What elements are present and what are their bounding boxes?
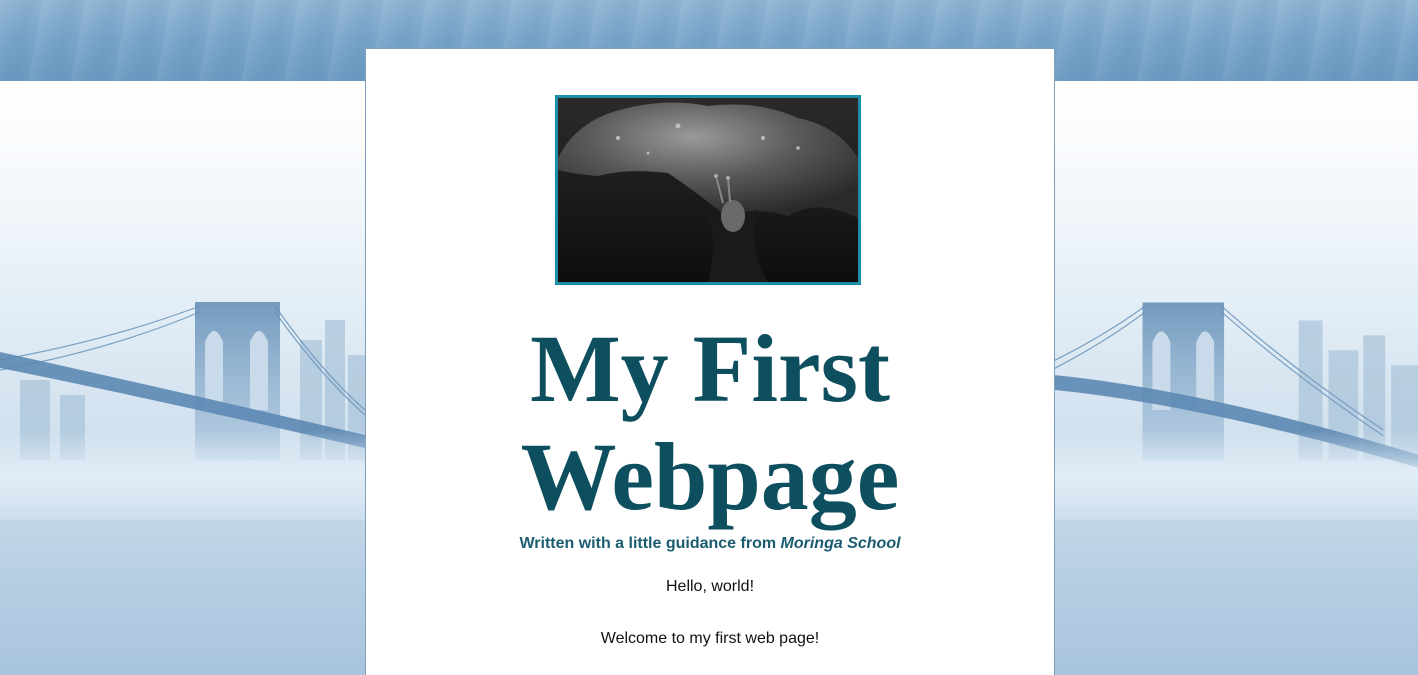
hero-snail-image <box>555 95 861 285</box>
byline-prefix: Written with a little guidance from <box>519 535 777 552</box>
paragraph-welcome: Welcome to my first web page! <box>600 630 820 647</box>
page-title-line-1: My First <box>530 315 890 422</box>
byline: Written with a little guidance from Mori… <box>366 535 1054 553</box>
page-title: My First Webpage <box>366 315 1054 531</box>
byline-school: Moringa School <box>780 535 901 552</box>
page-title-line-2: Webpage <box>520 423 900 530</box>
paragraph-hello: Hello, world! <box>665 578 755 595</box>
snail-on-leaf-photo <box>558 98 858 282</box>
content-card: My First Webpage Written with a little g… <box>365 48 1055 675</box>
